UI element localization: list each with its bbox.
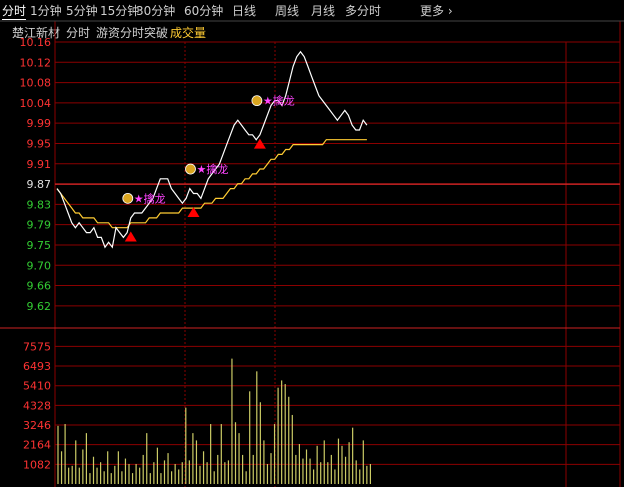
price-tick-label: 9.79 xyxy=(27,219,52,232)
price-tick-label: 10.04 xyxy=(20,97,52,110)
price-tick-label: 9.75 xyxy=(27,239,52,252)
price-tick-label: 9.87 xyxy=(27,178,52,191)
price-tick-label: 9.70 xyxy=(27,259,52,272)
volume-tick-label: 7575 xyxy=(23,340,51,353)
signal-label: ★擒龙 xyxy=(263,94,295,108)
price-tick-label: 10.16 xyxy=(20,36,52,49)
volume-tick-label: 3246 xyxy=(23,419,51,432)
money-bag-icon xyxy=(251,95,263,107)
price-tick-label: 9.91 xyxy=(27,158,52,171)
price-tick-label: 10.12 xyxy=(20,56,52,69)
price-tick-label: 10.08 xyxy=(20,77,52,90)
volume-tick-label: 2164 xyxy=(23,439,51,452)
money-bag-icon xyxy=(185,163,196,175)
signal-label: ★擒龙 xyxy=(196,162,228,176)
signal-label: ★擒龙 xyxy=(134,191,166,205)
price-line xyxy=(56,50,368,249)
price-tick-label: 9.83 xyxy=(27,198,52,211)
volume-tick-label: 4328 xyxy=(23,399,51,412)
volume-tick-label: 1082 xyxy=(23,458,51,471)
volume-tick-label: 6493 xyxy=(23,360,51,373)
price-tick-label: 9.99 xyxy=(27,117,52,130)
price-tick-label: 9.95 xyxy=(27,137,52,150)
money-bag-icon xyxy=(122,192,134,204)
intraday-chart[interactable]: 10.16 10.12 10.08 10.04 9.99 9.95 9.91 9.87 9.83… xyxy=(0,0,624,487)
price-tick-label: 9.62 xyxy=(27,300,52,313)
price-tick-label: 9.66 xyxy=(27,280,52,293)
volume-tick-label: 5410 xyxy=(23,380,51,393)
